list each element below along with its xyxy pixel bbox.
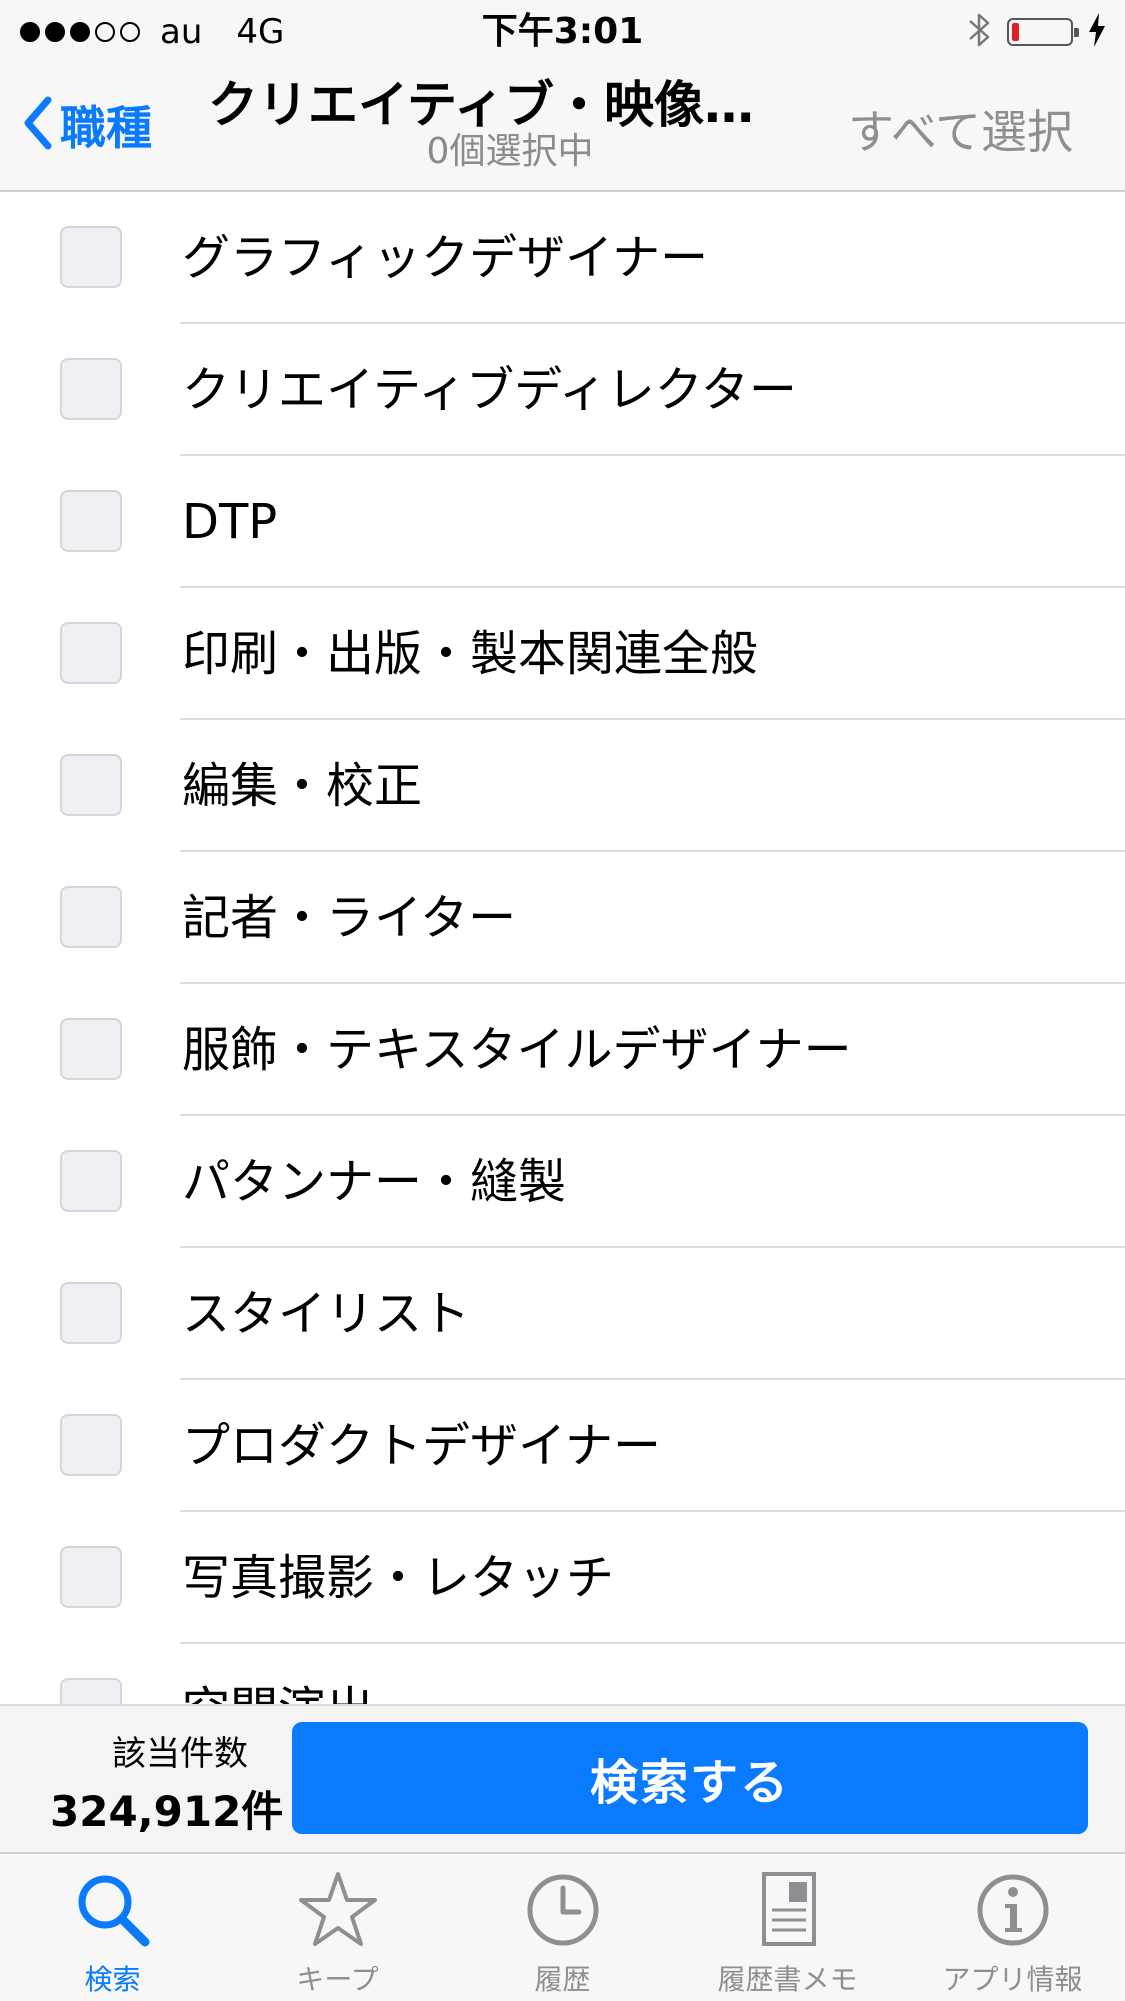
battery-level — [1012, 23, 1019, 41]
list-item-label: パタンナー・縫製 — [182, 1154, 567, 1210]
list-item[interactable]: 写真撮影・レタッチ — [0, 1512, 1125, 1644]
search-icon — [78, 1875, 149, 1947]
list-item-label: プロダクトデザイナー — [182, 1418, 662, 1474]
tab-bar: 検索 キープ 履歴 履歴書メモ アプリ情報 — [0, 1852, 1125, 2001]
checkbox[interactable] — [60, 1546, 122, 1608]
list-item[interactable]: DTP — [0, 456, 1125, 588]
checkbox[interactable] — [60, 358, 122, 420]
list-item-label: 印刷・出版・製本関連全般 — [182, 626, 759, 682]
tab-label: キープ — [296, 1963, 379, 1996]
checkbox[interactable] — [60, 1414, 122, 1476]
list-item-label: スタイリスト — [182, 1286, 471, 1342]
document-icon — [761, 1872, 816, 1946]
result-count-label: 該当件数 — [112, 1734, 248, 1774]
list-item-label: 記者・ライター — [182, 890, 517, 946]
bluetooth-icon — [967, 10, 993, 54]
checkbox[interactable] — [60, 754, 122, 816]
checkbox[interactable] — [60, 1150, 122, 1212]
tab-label: アプリ情報 — [942, 1963, 1083, 1996]
battery-icon — [1007, 18, 1079, 46]
back-button-label: 職種 — [60, 101, 152, 155]
checkbox[interactable] — [60, 1678, 122, 1704]
list-item-label: DTP — [182, 494, 278, 550]
list-item[interactable]: パタンナー・縫製 — [0, 1116, 1125, 1248]
checkbox[interactable] — [60, 1282, 122, 1344]
chevron-left-icon — [22, 96, 52, 154]
job-type-list: グラフィックデザイナー クリエイティブディレクター DTP 印刷・出版・製本関連… — [0, 192, 1125, 1704]
checkbox[interactable] — [60, 622, 122, 684]
list-item-label: 写真撮影・レタッチ — [182, 1550, 615, 1606]
tab-label: 履歴 — [534, 1963, 591, 1996]
list-item[interactable]: プロダクトデザイナー — [0, 1380, 1125, 1512]
tab-resume-memo[interactable]: 履歴書メモ — [675, 1854, 900, 2001]
search-button[interactable]: 検索する — [292, 1722, 1088, 1834]
checkbox[interactable] — [60, 1018, 122, 1080]
list-item[interactable]: 印刷・出版・製本関連全般 — [0, 588, 1125, 720]
list-item-label: 空間演出 — [182, 1644, 374, 1704]
list-item[interactable]: 編集・校正 — [0, 720, 1125, 852]
search-footer: 該当件数 324,912件 検索する — [0, 1704, 1125, 1852]
selected-count: 0個選択中 — [426, 131, 594, 172]
list-item-label: グラフィックデザイナー — [182, 230, 709, 286]
info-icon — [977, 1874, 1048, 1946]
tab-keep[interactable]: キープ — [225, 1854, 450, 2001]
result-count-value: 324,912件 — [50, 1787, 284, 1836]
list-item[interactable]: 記者・ライター — [0, 852, 1125, 984]
status-time: 下午3:01 — [481, 11, 644, 52]
star-icon — [298, 1872, 377, 1946]
clock-icon — [527, 1874, 598, 1946]
list-item-label: 服飾・テキスタイルデザイナー — [182, 1022, 852, 1078]
list-item-label: クリエイティブディレクター — [182, 362, 797, 418]
checkbox[interactable] — [60, 886, 122, 948]
tab-label: 履歴書メモ — [717, 1963, 858, 1996]
list-item[interactable]: スタイリスト — [0, 1248, 1125, 1380]
tab-history[interactable]: 履歴 — [450, 1854, 675, 2001]
list-item[interactable]: 服飾・テキスタイルデザイナー — [0, 984, 1125, 1116]
list-item[interactable]: グラフィックデザイナー — [0, 192, 1125, 324]
navigation-bar: 職種 クリエイティブ・映像… 0個選択中 すべて選択 — [0, 64, 1125, 192]
list-item[interactable]: クリエイティブディレクター — [0, 324, 1125, 456]
checkbox[interactable] — [60, 490, 122, 552]
back-button[interactable]: 職種 — [22, 92, 152, 158]
checkbox[interactable] — [60, 226, 122, 288]
list-item[interactable]: 空間演出 — [0, 1644, 1125, 1704]
tab-app-info[interactable]: アプリ情報 — [900, 1854, 1125, 2001]
status-right — [967, 8, 1107, 56]
select-all-button[interactable]: すべて選択 — [848, 96, 1073, 162]
tab-label: 検索 — [84, 1963, 141, 1996]
page-title: クリエイティブ・映像… — [208, 76, 754, 134]
tab-search[interactable]: 検索 — [0, 1854, 225, 2001]
status-bar: au 4G 下午3:01 — [0, 0, 1125, 64]
list-item-label: 編集・校正 — [182, 758, 423, 814]
charging-bolt-icon — [1087, 12, 1107, 52]
